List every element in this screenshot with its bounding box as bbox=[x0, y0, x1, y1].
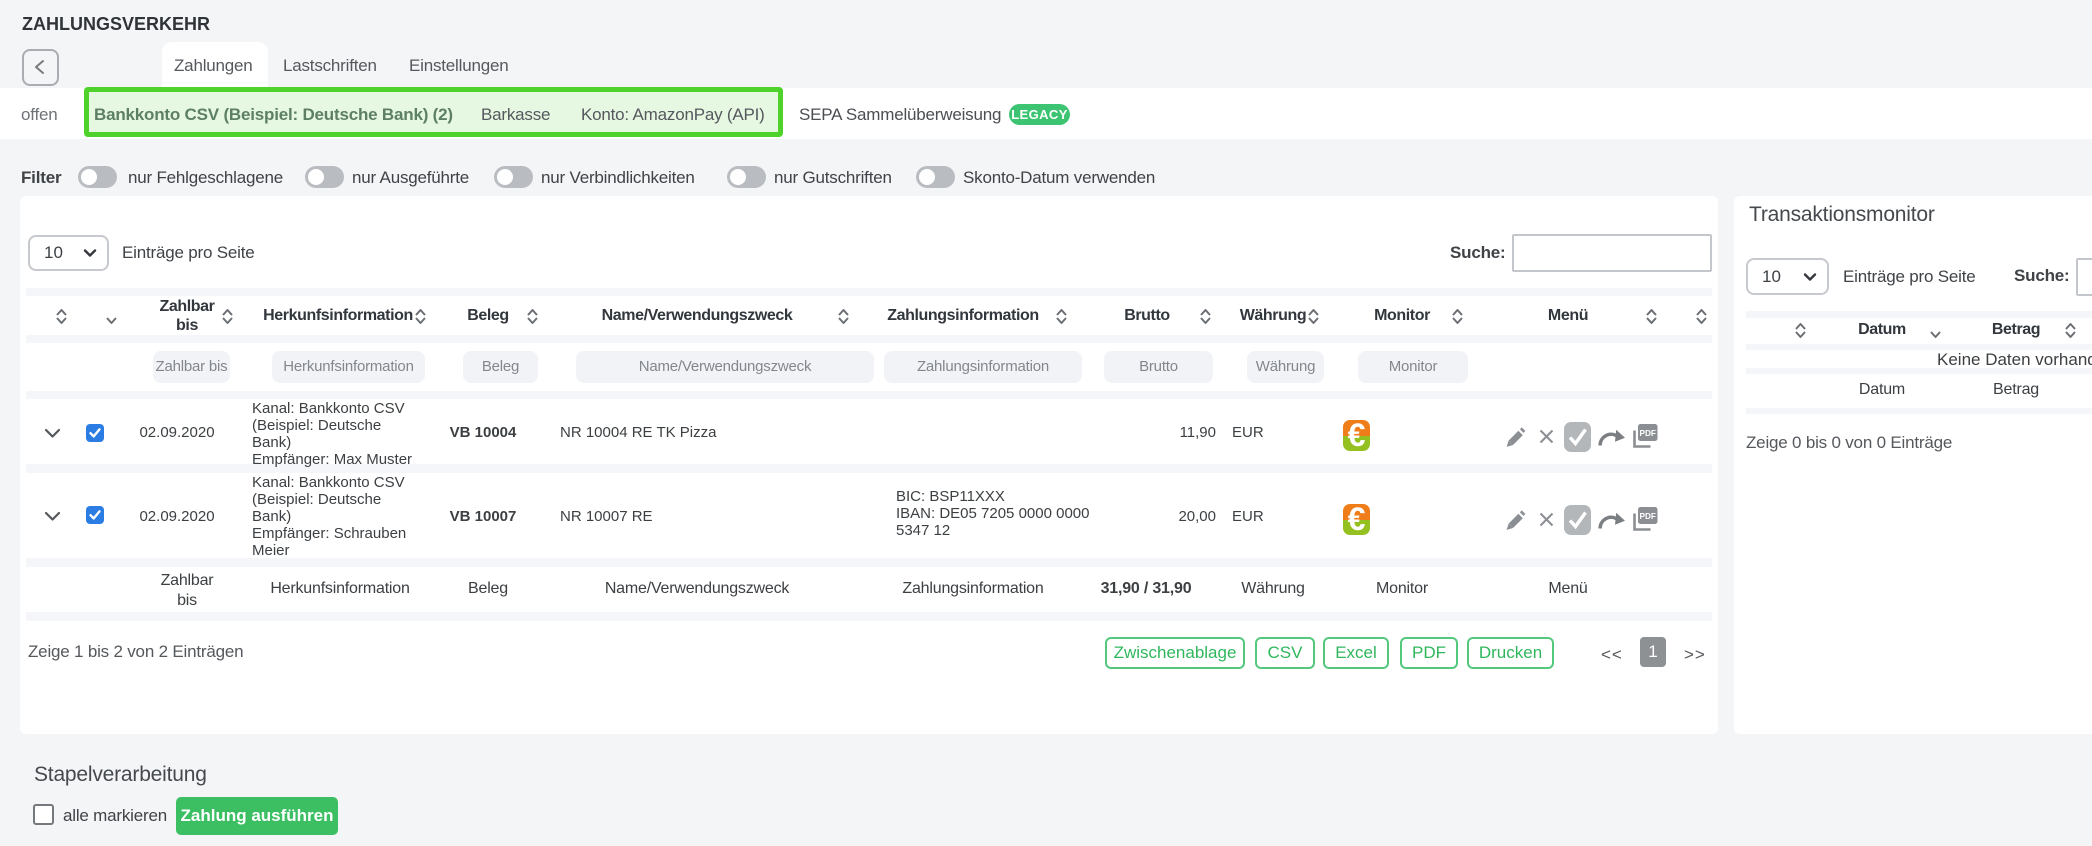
svg-text:PDF: PDF bbox=[1640, 512, 1656, 521]
svg-text:PDF: PDF bbox=[1640, 429, 1656, 438]
